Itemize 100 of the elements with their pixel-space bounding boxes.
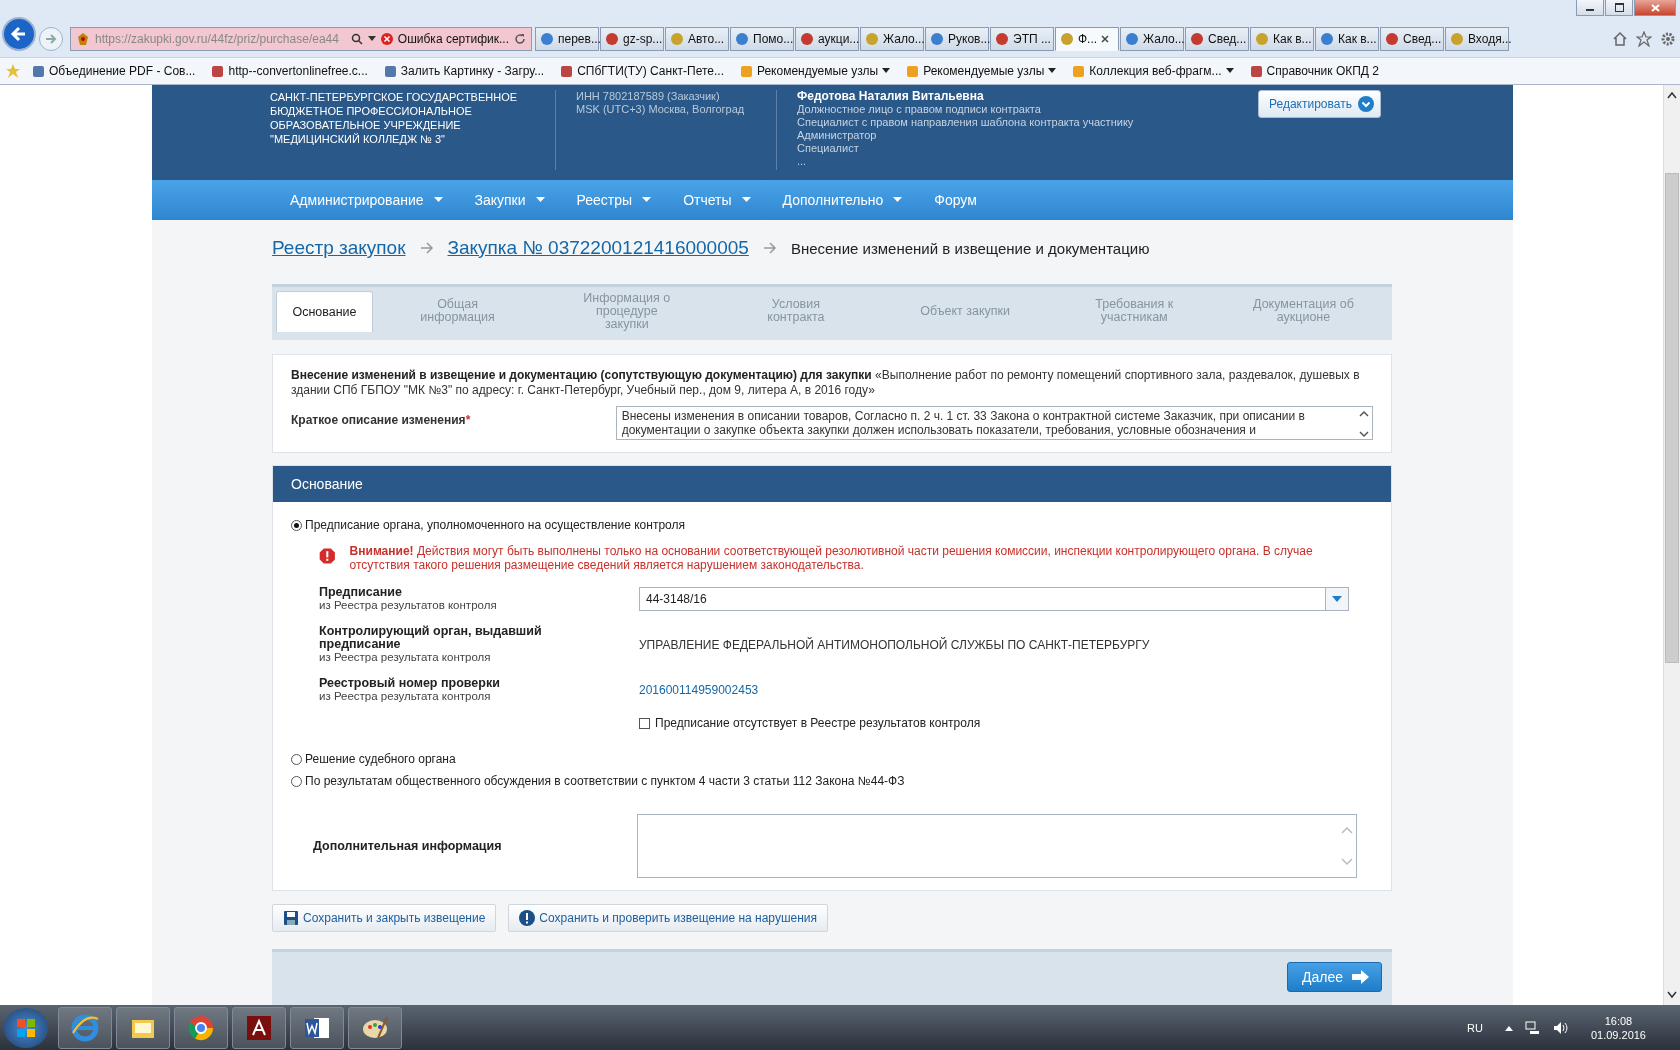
caret-icon[interactable] (882, 68, 891, 74)
star-icon[interactable] (1636, 31, 1652, 47)
user-role: ... (797, 155, 808, 168)
word-app-icon[interactable] (290, 1006, 344, 1049)
scrollbar[interactable] (1663, 85, 1680, 1005)
site-icon (1072, 64, 1086, 78)
additional-info-field[interactable] (637, 814, 1357, 878)
scroll-down-icon[interactable] (1667, 991, 1677, 999)
home-icon[interactable] (1612, 31, 1628, 47)
site-icon (1125, 32, 1139, 46)
right-arrow-icon[interactable] (1351, 969, 1371, 985)
bookmark[interactable]: СПбГТИ(ТУ) Санкт-Пете... (560, 64, 724, 78)
checkbox-option[interactable]: Предписание отсутствует в Реестре результатов контроля (639, 716, 1373, 730)
start-button[interactable] (4, 1007, 48, 1048)
exclamation-icon[interactable] (519, 910, 536, 926)
bookmark[interactable]: Объединение PDF - Сов... (32, 64, 196, 78)
edit-button[interactable]: Редактировать (1258, 90, 1381, 118)
site-icon (865, 32, 879, 46)
scroll-up-icon[interactable] (1667, 91, 1677, 99)
browser-tab[interactable]: аукци... (795, 27, 859, 51)
action-button[interactable]: Сохранить и закрыть извещение (272, 904, 497, 932)
clock-time[interactable]: 16:08 (1604, 1013, 1633, 1028)
browser-tab[interactable]: перев... (535, 27, 599, 51)
speaker-icon[interactable] (1552, 1020, 1569, 1035)
settings-icon[interactable] (1660, 31, 1676, 47)
address-bar[interactable]: https://zakupki.gov.ru/44fz/priz/purchase/ea44 Ошибка сертифик... (70, 27, 532, 51)
required-mark: * (465, 413, 472, 427)
chrome-app-icon[interactable] (174, 1006, 228, 1049)
field-label: Контролирующий орган, выдавший предписание (319, 625, 543, 651)
browser-tab[interactable]: Свед... (1380, 27, 1444, 51)
browser-tab[interactable]: Жало... (860, 27, 924, 51)
browser-tab[interactable]: Авто... (665, 27, 729, 51)
browser-tab[interactable]: Руков... (925, 27, 989, 51)
breadcrumb-link[interactable]: Реестр закупок (272, 237, 406, 259)
favorites-star-icon[interactable] (6, 64, 22, 78)
chevron-icon[interactable] (1357, 96, 1374, 112)
paint-app-icon[interactable] (348, 1006, 402, 1049)
browser-tab[interactable]: Жало... (1120, 27, 1184, 51)
browser-tab[interactable]: Ф... (1055, 27, 1119, 51)
minimize-icon[interactable] (1576, 0, 1604, 16)
bookmark[interactable]: http--convertonlinefree.c... (211, 64, 368, 78)
dropdown-icon[interactable] (367, 36, 376, 42)
certificate-error[interactable]: Ошибка сертифик... (397, 32, 509, 46)
back-button[interactable] (2, 17, 36, 51)
bookmark[interactable]: Залить Картинку - Загру... (383, 64, 545, 78)
site-icon (1190, 32, 1204, 46)
pdf-app-icon[interactable] (232, 1006, 286, 1049)
network-icon[interactable] (1524, 1020, 1541, 1035)
action-button[interactable]: Сохранить и проверить извещение на нарушения (508, 904, 829, 932)
site-icon (670, 32, 684, 46)
up-arrow-icon[interactable] (1504, 1024, 1513, 1031)
site-icon (735, 32, 749, 46)
restore-icon[interactable] (1605, 0, 1633, 16)
site-icon (211, 64, 225, 78)
user-role: Администратор (797, 129, 878, 142)
browser-tab[interactable]: Свед... (1185, 27, 1249, 51)
site-icon (930, 32, 944, 46)
bookmark[interactable]: Коллекция веб-фрагм... (1072, 64, 1234, 78)
field-hint: из Реестра результатов контроля (319, 599, 498, 612)
form-tab[interactable]: Основание (276, 291, 373, 332)
radio-option[interactable]: По результатам общественного обсуждения в соответствии с пунктом 4 части 3 статьи 112 Закона №44-ФЗ (291, 770, 1373, 792)
bookmark[interactable]: Рекомендуемые узлы (739, 64, 891, 78)
browser-tab[interactable]: gz-sp... (600, 27, 664, 51)
breadcrumb-link[interactable]: Закупка № 0372200121416000005 (447, 237, 749, 259)
folder-app-icon[interactable] (116, 1006, 170, 1049)
browser-tab[interactable]: Как в... (1315, 27, 1379, 51)
field-label: Реестровый номер проверки (319, 677, 501, 690)
scroll-arrows-icon[interactable] (1359, 409, 1369, 439)
site-icon (32, 64, 45, 78)
radio-option[interactable]: Предписание органа, уполномоченного на осуществление контроля (291, 514, 1373, 536)
user-role: Специалист с правом направления шаблона контракта участнику (797, 116, 1135, 129)
order-select[interactable]: 44-3148/16 (639, 587, 1349, 611)
browser-tab[interactable]: Входя... (1445, 27, 1509, 51)
browser-tab[interactable]: Помо... (730, 27, 794, 51)
timezone-text: MSK (UTC+3) Москва, Волгоград (576, 103, 746, 116)
caret-icon[interactable] (1048, 68, 1057, 74)
caret-icon[interactable] (1225, 68, 1234, 74)
change-description-field[interactable]: Внесены изменения в описании товаров, Согласно п. 2 ч. 1 ст. 33 Закона о контрактной системе Заказчик, при описании в документации о закупке объекта закупки должен использовать показатели, требования, условные обозначения и (615, 406, 1373, 440)
close-tab-icon[interactable] (1101, 35, 1110, 43)
field-label: Дополнительная информация (313, 839, 503, 853)
back-arrow-icon[interactable] (10, 25, 28, 43)
scroll-thumb[interactable] (1665, 173, 1679, 663)
browser-tab[interactable]: ЭТП ... (990, 27, 1054, 51)
browser-tab[interactable]: Как в... (1250, 27, 1314, 51)
close-icon[interactable] (1634, 0, 1676, 16)
site-icon (1249, 64, 1263, 78)
language-indicator[interactable]: RU (1467, 1021, 1483, 1034)
bookmark[interactable]: Рекомендуемые узлы (906, 64, 1057, 78)
registry-number-link[interactable]: 201600114959002453 (639, 683, 759, 697)
refresh-icon[interactable] (514, 33, 526, 45)
radio-option[interactable]: Решение судебного органа (291, 748, 1373, 770)
error-icon (380, 33, 393, 45)
dropdown-button[interactable] (1325, 588, 1348, 610)
clock-date[interactable]: 01.09.2016 (1590, 1027, 1646, 1042)
user-role: Специалист (797, 142, 860, 155)
next-button[interactable]: Далее (1287, 962, 1382, 992)
search-icon[interactable] (350, 33, 363, 45)
bookmark[interactable]: Справочник ОКПД 2 (1249, 64, 1379, 78)
purchase-description: Внесение изменений в извещение и документацию (сопутствующую документацию) для закупки «Выполнение работ по ремонту помещений спортивного зала, раздевалок, душевых в здании СПб ГБПОУ "МК №3" по адресу: г. Санкт-Петербург, Учебный пер., дом 9, литера А, в 2016 году» (291, 368, 1361, 398)
browser-app-icon[interactable] (58, 1006, 112, 1049)
